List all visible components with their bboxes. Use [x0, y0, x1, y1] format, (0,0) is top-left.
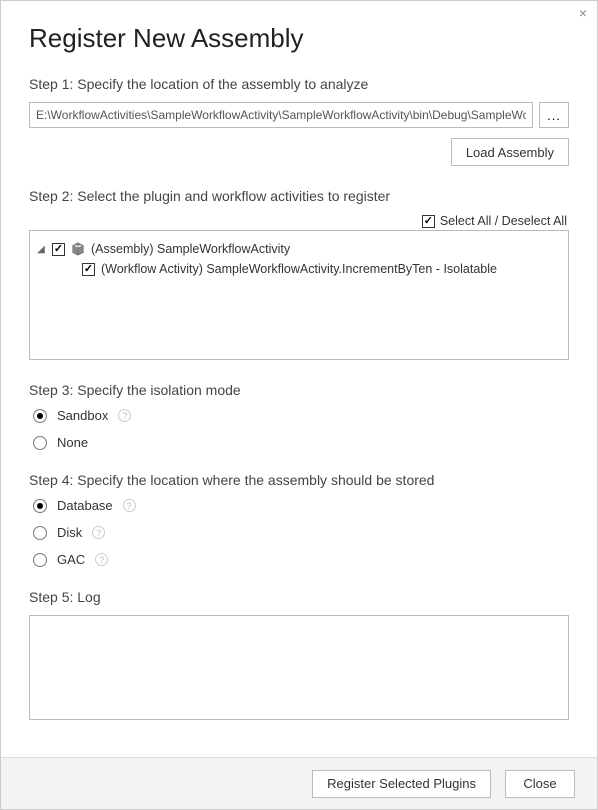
isolation-sandbox-radio[interactable]: [33, 409, 47, 423]
help-icon[interactable]: ?: [95, 553, 108, 566]
step3-section: Step 3: Specify the isolation mode Sandb…: [29, 382, 569, 450]
close-icon[interactable]: ×: [579, 5, 587, 21]
step1-label: Step 1: Specify the location of the asse…: [29, 76, 569, 92]
location-database-label: Database: [57, 498, 113, 513]
location-gac-label: GAC: [57, 552, 85, 567]
activity-node-label: (Workflow Activity) SampleWorkflowActivi…: [101, 262, 497, 276]
step3-label: Step 3: Specify the isolation mode: [29, 382, 569, 398]
register-assembly-dialog: × Register New Assembly Step 1: Specify …: [1, 1, 597, 809]
tree-row-activity[interactable]: (Workflow Activity) SampleWorkflowActivi…: [36, 259, 562, 279]
step2-label: Step 2: Select the plugin and workflow a…: [29, 188, 569, 204]
help-icon[interactable]: ?: [123, 499, 136, 512]
activity-tree[interactable]: ◢ (Assembly) SampleWorkflowActivity (Wor…: [29, 230, 569, 360]
browse-button[interactable]: ...: [539, 102, 569, 128]
dialog-title: Register New Assembly: [29, 23, 569, 54]
dialog-footer: Register Selected Plugins Close: [1, 757, 597, 809]
step4-label: Step 4: Specify the location where the a…: [29, 472, 569, 488]
step2-section: Step 2: Select the plugin and workflow a…: [29, 188, 569, 360]
step4-section: Step 4: Specify the location where the a…: [29, 472, 569, 567]
register-selected-button[interactable]: Register Selected Plugins: [312, 770, 491, 798]
help-icon[interactable]: ?: [92, 526, 105, 539]
isolation-sandbox-label: Sandbox: [57, 408, 108, 423]
step1-section: Step 1: Specify the location of the asse…: [29, 76, 569, 166]
assembly-icon: [71, 242, 85, 256]
tree-row-assembly[interactable]: ◢ (Assembly) SampleWorkflowActivity: [36, 239, 562, 259]
select-all-checkbox[interactable]: [422, 215, 435, 228]
log-textarea[interactable]: [29, 615, 569, 720]
location-disk-label: Disk: [57, 525, 82, 540]
assembly-path-input[interactable]: [29, 102, 533, 128]
activity-checkbox[interactable]: [82, 263, 95, 276]
step5-section: Step 5: Log: [29, 589, 569, 720]
isolation-none-label: None: [57, 435, 88, 450]
isolation-none-radio[interactable]: [33, 436, 47, 450]
location-gac-radio[interactable]: [33, 553, 47, 567]
select-all-label: Select All / Deselect All: [440, 214, 567, 228]
assembly-checkbox[interactable]: [52, 243, 65, 256]
load-assembly-button[interactable]: Load Assembly: [451, 138, 569, 166]
step5-label: Step 5: Log: [29, 589, 569, 605]
location-disk-radio[interactable]: [33, 526, 47, 540]
assembly-node-label: (Assembly) SampleWorkflowActivity: [91, 242, 290, 256]
location-database-radio[interactable]: [33, 499, 47, 513]
expand-toggle-icon[interactable]: ◢: [36, 244, 46, 255]
close-button[interactable]: Close: [505, 770, 575, 798]
help-icon[interactable]: ?: [118, 409, 131, 422]
dialog-body: Register New Assembly Step 1: Specify th…: [1, 1, 597, 757]
